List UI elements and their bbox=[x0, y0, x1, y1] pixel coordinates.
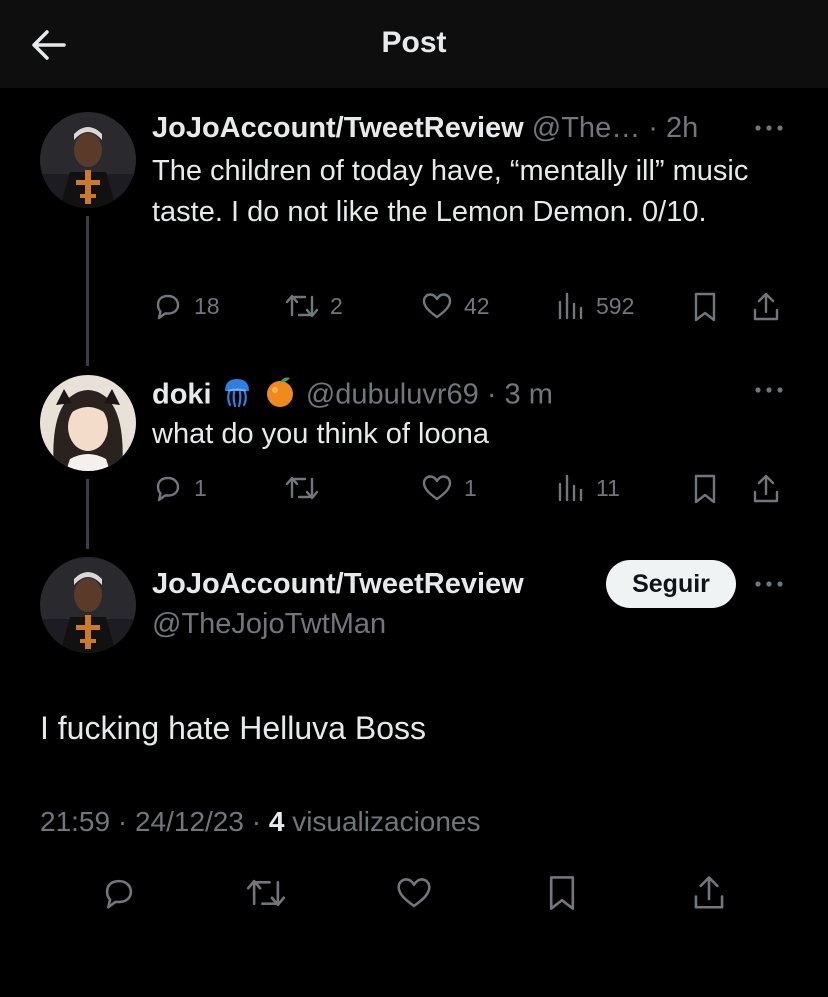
thread-line bbox=[86, 479, 89, 549]
handle[interactable]: @The… bbox=[532, 112, 640, 144]
avatar[interactable] bbox=[40, 375, 136, 471]
reply-count: 1 bbox=[194, 474, 207, 501]
display-name[interactable]: JoJoAccount/TweetReview bbox=[152, 568, 524, 600]
avatar-image bbox=[40, 375, 136, 471]
more-options-button[interactable] bbox=[752, 118, 786, 138]
more-dots-icon bbox=[755, 581, 783, 587]
reply-count: 18 bbox=[194, 292, 220, 319]
bookmark-button[interactable] bbox=[690, 472, 720, 506]
view-count: 11 bbox=[596, 474, 620, 501]
display-name[interactable]: JoJoAccount/TweetReview bbox=[152, 112, 524, 144]
share-icon bbox=[753, 292, 779, 321]
like-button[interactable]: 42 bbox=[420, 290, 490, 322]
heart-icon bbox=[422, 475, 452, 501]
retweet-icon bbox=[246, 879, 286, 907]
views-bars-icon bbox=[558, 292, 583, 320]
retweet-count: 2 bbox=[330, 292, 343, 319]
share-button[interactable] bbox=[750, 290, 782, 324]
retweet-button[interactable] bbox=[244, 874, 288, 912]
follow-button[interactable]: Seguir bbox=[606, 560, 736, 608]
top-bar: Post bbox=[0, 0, 828, 88]
tweet-meta: 21:59 · 24/12/23 · 4 visualizaciones bbox=[40, 806, 481, 838]
timestamp[interactable]: · 2h bbox=[648, 112, 698, 144]
like-button[interactable]: 1 bbox=[420, 472, 477, 504]
timestamp[interactable]: · 3 m bbox=[487, 379, 553, 411]
tangerine-emoji bbox=[262, 375, 298, 417]
avatar-image bbox=[40, 557, 136, 653]
reply-icon bbox=[156, 476, 180, 502]
reply-button[interactable] bbox=[100, 874, 138, 912]
bookmark-icon bbox=[694, 292, 716, 322]
reply-button[interactable]: 1 bbox=[152, 472, 207, 504]
retweet-button[interactable]: 2 bbox=[284, 290, 343, 322]
tweet-header: doki @dubuluvr69 · 3 m bbox=[152, 375, 553, 417]
bookmark-icon bbox=[694, 474, 716, 504]
views-button[interactable]: 11 bbox=[556, 472, 620, 504]
reply-icon bbox=[105, 879, 133, 909]
avatar[interactable] bbox=[40, 557, 136, 653]
more-options-button[interactable] bbox=[752, 380, 786, 400]
heart-icon bbox=[397, 878, 431, 908]
more-options-button[interactable] bbox=[752, 574, 786, 594]
more-dots-icon bbox=[755, 387, 783, 393]
bookmark-button[interactable] bbox=[544, 872, 580, 914]
bookmark-icon bbox=[549, 876, 575, 910]
view-count: 4 bbox=[268, 806, 285, 837]
reply-button[interactable]: 18 bbox=[152, 290, 220, 322]
share-icon bbox=[753, 474, 779, 503]
page-title: Post bbox=[381, 26, 447, 59]
avatar-image bbox=[40, 112, 136, 208]
share-button[interactable] bbox=[750, 472, 782, 506]
avatar[interactable] bbox=[40, 112, 136, 208]
bookmark-button[interactable] bbox=[690, 290, 720, 324]
tweet-text: what do you think of loona bbox=[152, 418, 489, 450]
jellyfish-emoji bbox=[220, 375, 254, 417]
display-name[interactable]: doki bbox=[152, 379, 212, 411]
view-count: 592 bbox=[596, 292, 635, 319]
view-label: visualizaciones bbox=[292, 806, 481, 837]
thread-line bbox=[86, 216, 89, 366]
views-bars-icon bbox=[558, 474, 583, 502]
tweet-header: JoJoAccount/TweetReview @The… · 2h bbox=[152, 112, 698, 145]
author-name: JoJoAccount/TweetReview bbox=[152, 568, 524, 601]
share-icon bbox=[694, 876, 724, 909]
tweet-text: The children of today have, “mentally il… bbox=[152, 155, 749, 228]
handle[interactable]: @TheJojoTwtMan bbox=[152, 608, 386, 641]
retweet-icon bbox=[285, 476, 319, 500]
heart-icon bbox=[422, 293, 452, 319]
more-dots-icon bbox=[755, 125, 783, 131]
reply-icon bbox=[156, 294, 180, 320]
main-tweet-text: I fucking hate Helluva Boss bbox=[40, 710, 426, 746]
views-button[interactable]: 592 bbox=[556, 290, 634, 322]
handle[interactable]: @dubuluvr69 bbox=[306, 379, 479, 411]
timestamp[interactable]: 21:59 · 24/12/23 · bbox=[40, 806, 261, 837]
retweet-button[interactable] bbox=[284, 472, 330, 504]
like-button[interactable] bbox=[394, 874, 434, 912]
like-count: 1 bbox=[464, 474, 477, 501]
share-button[interactable] bbox=[690, 872, 728, 914]
retweet-icon bbox=[285, 294, 319, 318]
like-count: 42 bbox=[464, 292, 490, 319]
